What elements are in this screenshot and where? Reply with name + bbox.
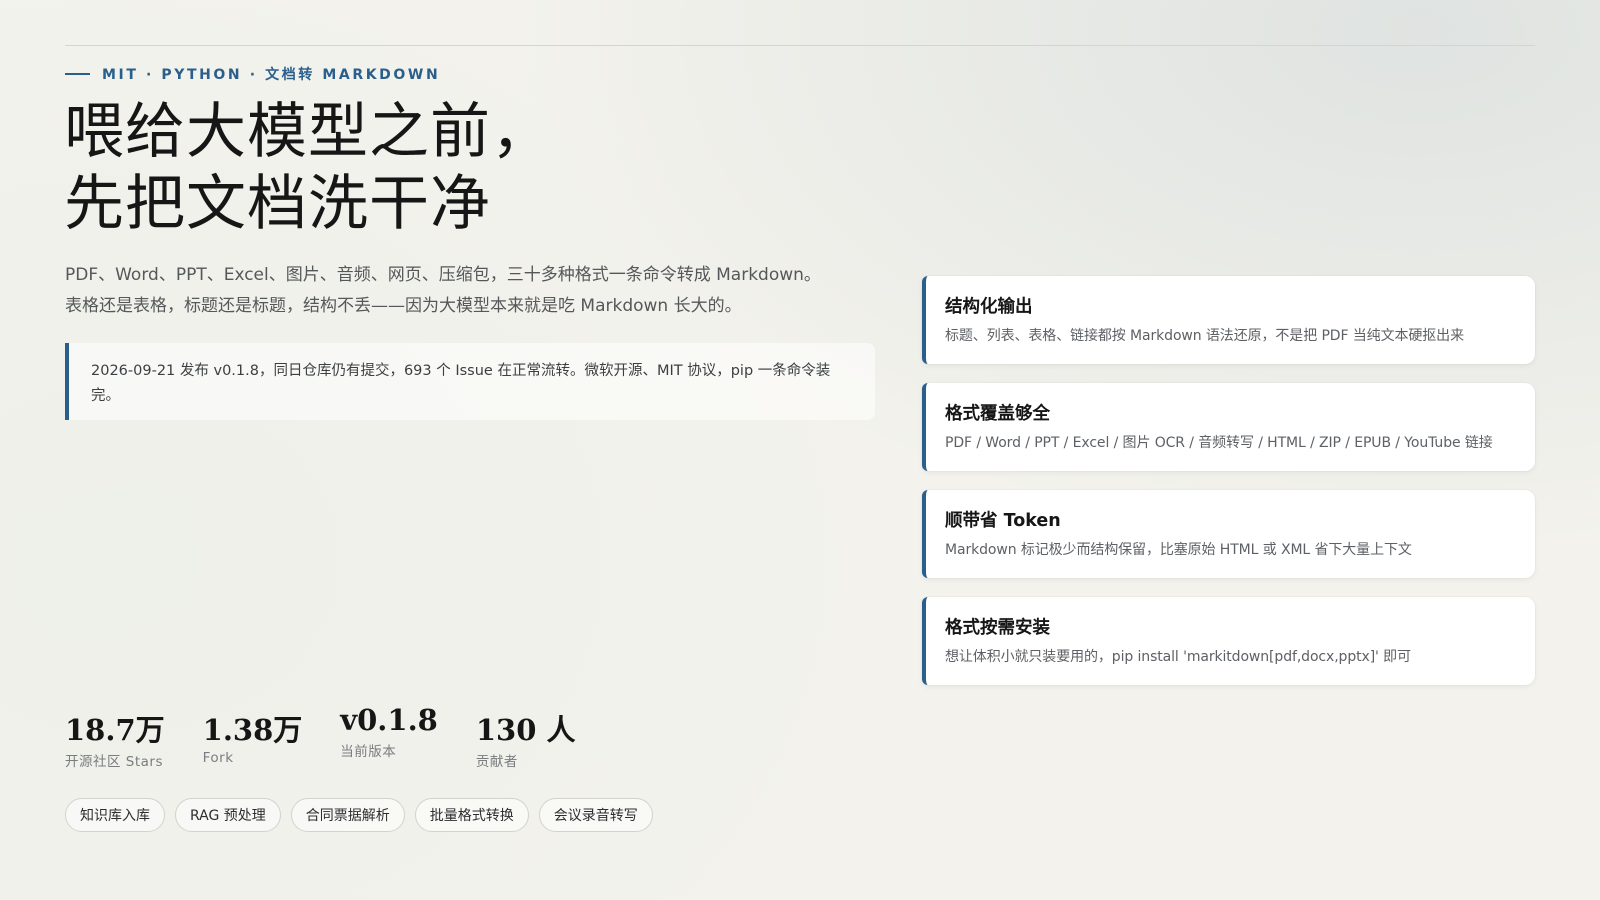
lede-line-1: PDF、Word、PPT、Excel、图片、音频、网页、压缩包，三十多种格式一条… (65, 265, 821, 285)
stat-fork: 1.38万 Fork (203, 712, 303, 766)
tag-batch-conversion[interactable]: 批量格式转换 (414, 798, 529, 832)
feature-title: 格式按需安装 (945, 618, 1050, 638)
feature-card-structured-output: 结构化输出 标题、列表、表格、链接都按 Markdown 语法还原，不是把 PD… (922, 276, 1535, 364)
stat-contributors: 130 人 贡献者 (476, 712, 576, 770)
tag-rag-preprocess[interactable]: RAG 预处理 (175, 798, 281, 832)
stat-version: v0.1.8 当前版本 (340, 703, 438, 760)
feature-card-format-coverage: 格式覆盖够全 PDF / Word / PPT / Excel / 图片 OCR… (922, 383, 1535, 471)
top-divider (65, 45, 1535, 46)
feature-title: 结构化输出 (945, 297, 1033, 317)
eyebrow-dash (65, 73, 90, 75)
feature-description: 想让体积小就只装要用的，pip install 'markitdown[pdf,… (945, 649, 1411, 665)
stat-stars: 18.7万 开源社区 Stars (65, 712, 165, 770)
eyebrow-text: MIT · PYTHON · 文档转 MARKDOWN (102, 67, 441, 83)
page-title-line-1: 喂给大模型之前， (64, 97, 552, 167)
tag-knowledge-base[interactable]: 知识库入库 (65, 798, 165, 832)
page-title: 喂给大模型之前， 先把文档洗干净 (64, 96, 552, 240)
feature-list: 结构化输出 标题、列表、表格、链接都按 Markdown 语法还原，不是把 PD… (922, 276, 1535, 704)
stats-row: 18.7万 开源社区 Stars 1.38万 Fork v0.1.8 当前版本 … (65, 703, 614, 770)
page-title-line-2: 先把文档洗干净 (64, 169, 491, 239)
feature-description: 标题、列表、表格、链接都按 Markdown 语法还原，不是把 PDF 当纯文本… (945, 328, 1464, 344)
feature-description: Markdown 标记极少而结构保留，比塞原始 HTML 或 XML 省下大量上… (945, 542, 1412, 558)
use-case-tags: 知识库入库 RAG 预处理 合同票据解析 批量格式转换 会议录音转写 (65, 798, 653, 832)
tag-contract-parsing[interactable]: 合同票据解析 (290, 798, 405, 832)
feature-title: 格式覆盖够全 (945, 404, 1050, 424)
feature-description: PDF / Word / PPT / Excel / 图片 OCR / 音频转写… (945, 435, 1493, 451)
feature-card-token-saving: 顺带省 Token Markdown 标记极少而结构保留，比塞原始 HTML 或… (922, 490, 1535, 578)
stat-label: Fork (202, 750, 234, 766)
feature-card-optional-install: 格式按需安装 想让体积小就只装要用的，pip install 'markitdo… (922, 597, 1535, 685)
stat-label: 当前版本 (340, 744, 397, 760)
eyebrow: MIT · PYTHON · 文档转 MARKDOWN (65, 64, 440, 84)
stat-label: 开源社区 Stars (65, 754, 164, 770)
tag-meeting-transcription[interactable]: 会议录音转写 (538, 798, 653, 832)
stat-value: 130 人 (475, 713, 576, 747)
stat-value: 1.38万 (202, 713, 303, 747)
stat-value: v0.1.8 (340, 703, 438, 737)
lede-line-2: 表格还是表格，标题还是标题，结构不丢——因为大模型本来就是吃 Markdown … (65, 296, 742, 316)
stat-label: 贡献者 (475, 754, 518, 770)
lede-paragraph: PDF、Word、PPT、Excel、图片、音频、网页、压缩包，三十多种格式一条… (65, 260, 885, 322)
stat-value: 18.7万 (65, 713, 165, 747)
feature-title: 顺带省 Token (945, 511, 1061, 531)
release-notice: 2026-09-21 发布 v0.1.8，同日仓库仍有提交，693 个 Issu… (65, 343, 875, 420)
